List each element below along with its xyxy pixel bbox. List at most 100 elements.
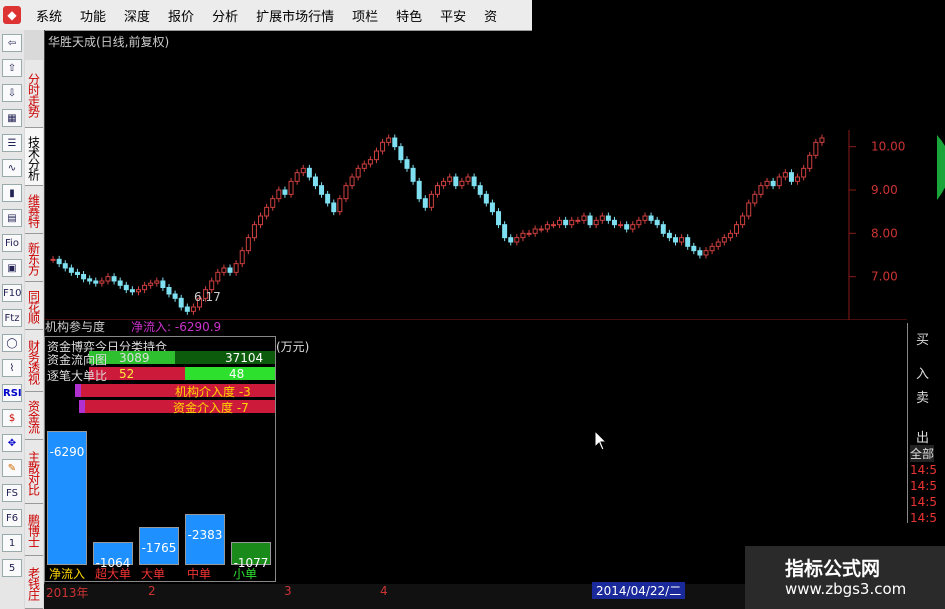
cursor-date-label: 2014/04/22/二 (592, 582, 686, 599)
candle-body (502, 224, 508, 239)
candle-body (727, 232, 733, 239)
chart-icon[interactable]: ⌇ (2, 359, 22, 377)
s-icon[interactable]: $ (2, 409, 22, 427)
candle-body (251, 224, 257, 239)
building-icon[interactable]: ▤ (2, 209, 22, 227)
tab-intraday[interactable]: 分时走势 (25, 60, 43, 128)
menu-item-depth[interactable]: 深度 (115, 6, 159, 25)
in-label: 入 (916, 367, 930, 382)
fio-button[interactable]: Fio (2, 234, 22, 252)
menu-item-system[interactable]: 系统 (27, 6, 71, 25)
candle-body (611, 219, 617, 226)
time-row: 14:5 (910, 495, 937, 509)
fs-button[interactable]: FS (2, 484, 22, 502)
candle-body (697, 250, 703, 256)
x-label-2: 2 (148, 584, 156, 598)
menu-item-extended-market[interactable]: 扩展市场行情 (247, 6, 343, 25)
tab-tonghuashun[interactable]: 同花顺 (25, 282, 43, 330)
pencil-icon[interactable]: ✎ (2, 459, 22, 477)
candle-body (215, 271, 221, 282)
order-panel: 买 入 卖 出 全部 14:5 14:5 14:5 14:5 (907, 323, 945, 525)
f10-button[interactable]: F10 (2, 284, 22, 302)
up-arrow-icon[interactable]: ⇧ (2, 59, 22, 77)
candle-body (752, 193, 758, 204)
circle-icon[interactable]: ◯ (2, 334, 22, 352)
fund-bar-value: -1765 (141, 541, 177, 556)
y-tick-label: 8.00 (871, 226, 898, 240)
candle-body (563, 219, 569, 226)
candle-body (392, 137, 398, 148)
menu-item-more[interactable]: 资 (475, 6, 506, 25)
candle-body (550, 224, 556, 227)
candle-body (282, 189, 288, 195)
rsi-button[interactable]: RSI (2, 384, 22, 402)
tab-pengboshi[interactable]: 鹏博士 (25, 504, 43, 556)
menu-item-pingan[interactable]: 平安 (431, 6, 475, 25)
tab-technical-analysis[interactable]: 技术分析 (25, 128, 43, 186)
fund-bar-category: 中单 (187, 567, 212, 581)
panel-title: 机构参与度 (45, 320, 106, 334)
tab-laoqianzhuang[interactable]: 老钱庄 (25, 556, 43, 609)
candle-body (288, 180, 294, 195)
candle-body (74, 271, 80, 275)
menu-item-function[interactable]: 功能 (71, 6, 115, 25)
candle-body (581, 215, 587, 221)
candle-body (605, 215, 611, 221)
tab-main-retail[interactable]: 主散对比 (25, 440, 43, 504)
candle-body (721, 237, 727, 243)
app-logo-icon[interactable]: ◆ (3, 6, 21, 24)
ftz-button[interactable]: Ftz (2, 309, 22, 327)
list-icon[interactable]: ☰ (2, 134, 22, 152)
candle-body (477, 185, 483, 195)
time-row: 14:5 (910, 511, 937, 525)
candle-body (819, 137, 825, 143)
candle-body (56, 258, 62, 265)
candle-body (648, 215, 654, 221)
menu-item-analysis[interactable]: 分析 (203, 6, 247, 25)
candle-body (483, 193, 489, 204)
candlestick-chart[interactable]: 7.00 8.00 9.00 10.00 6.17 (44, 30, 945, 320)
candle-body (624, 224, 630, 230)
down-arrow-icon[interactable]: ⇩ (2, 84, 22, 102)
grid-icon[interactable]: ▦ (2, 109, 22, 127)
candle-body (190, 306, 196, 312)
candle-body (62, 263, 68, 269)
f6-button[interactable]: F6 (2, 509, 22, 527)
period-5-button[interactable]: 5 (2, 559, 22, 577)
candle-body (703, 250, 709, 256)
back-arrow-icon[interactable]: ⇦ (2, 34, 22, 52)
all-tab[interactable]: 全部 (910, 445, 935, 462)
tab-weisaite[interactable]: 维赛特 (25, 186, 43, 234)
candle-body (361, 163, 367, 169)
tab-financial[interactable]: 财务透视 (25, 330, 43, 392)
candle-body (380, 141, 386, 152)
candle-body (496, 211, 502, 226)
candle-body (117, 280, 123, 286)
menu-item-column[interactable]: 项栏 (343, 6, 387, 25)
report-icon[interactable]: ▣ (2, 259, 22, 277)
tab-fund-flow[interactable]: 资金流 (25, 392, 43, 440)
tab-new-oriental[interactable]: 新东方 (25, 234, 43, 282)
y-tick-label: 10.00 (871, 140, 905, 154)
menu-item-feature[interactable]: 特色 (387, 6, 431, 25)
candle-body (294, 172, 300, 182)
candle-body (50, 258, 56, 261)
candle-body (666, 232, 672, 239)
menu-item-quote[interactable]: 报价 (159, 6, 203, 25)
move-icon[interactable]: ✥ (2, 434, 22, 452)
candle-body (239, 250, 245, 265)
y-tick-label: 9.00 (871, 183, 898, 197)
watermark-url: www.zbgs3.com (785, 580, 907, 598)
kline-icon[interactable]: ∿ (2, 159, 22, 177)
candle-body (410, 167, 416, 182)
candle-body (306, 167, 312, 178)
candle-icon[interactable]: ▮ (2, 184, 22, 202)
candle-body (154, 280, 160, 284)
candle-body (660, 224, 666, 234)
candle-body (221, 267, 227, 273)
candle-body (422, 198, 428, 208)
candle-body (685, 237, 691, 247)
candle-body (453, 176, 459, 187)
period-1-button[interactable]: 1 (2, 534, 22, 552)
candle-body (142, 284, 148, 291)
